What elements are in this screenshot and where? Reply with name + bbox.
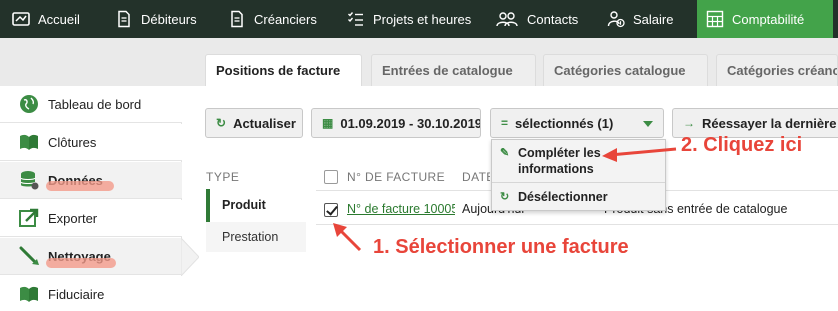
invoice-number-link[interactable]: N° de facture 10005 xyxy=(347,202,455,216)
annotation-step-1: 1. Sélectionner une facture xyxy=(373,236,629,258)
refresh-label: Actualiser xyxy=(233,115,296,131)
nav-item-accueil[interactable]: Accueil xyxy=(0,0,100,38)
complete-information-menu-item[interactable]: ✎ Compléter les informations xyxy=(492,145,665,177)
retry-label: Réessayer la dernière e xyxy=(702,115,838,131)
nav-label: Débiteurs xyxy=(141,11,197,27)
nav-label: Projets et heures xyxy=(373,11,472,27)
date-header[interactable]: DATE xyxy=(462,170,490,184)
top-navigation: Accueil Débiteurs Créanciers Projets et … xyxy=(0,0,838,38)
nav-item-comptabilite[interactable]: Comptabilité xyxy=(697,0,833,38)
refresh-button[interactable]: ↻ Actualiser xyxy=(205,108,303,138)
row-checkbox[interactable] xyxy=(324,203,338,217)
nav-label: Salaire xyxy=(633,11,674,27)
active-item-pointer xyxy=(181,238,199,276)
annotation-step-2: 2. Cliquez ici xyxy=(681,134,803,156)
menu-separator xyxy=(492,182,665,183)
type-item-produit[interactable]: Produit xyxy=(222,198,266,212)
nav-item-projets[interactable]: Projets et heures xyxy=(347,0,482,38)
book-icon xyxy=(18,283,40,305)
selection-label: sélectionnés (1) xyxy=(515,115,614,131)
arrow-to-checkbox xyxy=(333,223,362,252)
calculator-icon xyxy=(706,10,724,28)
tab-categories-catalogue[interactable]: Catégories catalogue xyxy=(543,54,708,86)
sidebar-item-nettoyage[interactable]: Nettoyage xyxy=(0,238,182,275)
nav-label: Créanciers xyxy=(254,11,317,27)
sidebar-item-exporter[interactable]: Exporter xyxy=(0,200,182,237)
nav-label: Comptabilité xyxy=(732,11,805,27)
export-icon xyxy=(18,207,40,229)
arrow-right-icon: → xyxy=(683,116,695,130)
document-icon xyxy=(115,10,133,28)
home-icon xyxy=(12,10,30,28)
pencil-icon: ✎ xyxy=(500,147,510,159)
chevron-down-icon xyxy=(643,121,653,127)
select-all-checkbox[interactable] xyxy=(324,170,338,184)
sidebar-item-label: Exporter xyxy=(48,210,98,226)
equals-icon: = xyxy=(501,116,509,130)
broom-icon xyxy=(18,245,40,267)
sidebar-item-label: Fiduciaire xyxy=(48,286,105,302)
checklist-icon xyxy=(347,10,365,28)
nav-item-salaire[interactable]: Salaire xyxy=(607,0,697,38)
refresh-icon: ↻ xyxy=(216,116,227,130)
salary-icon xyxy=(607,10,625,28)
sidebar-item-fiduciaire[interactable]: Fiduciaire xyxy=(0,276,182,311)
sidebar-item-label: Tableau de bord xyxy=(48,96,142,112)
sidebar-item-tableau-de-bord[interactable]: Tableau de bord xyxy=(0,86,182,123)
selection-dropdown-button[interactable]: = sélectionnés (1) xyxy=(490,108,664,138)
nav-item-contacts[interactable]: Contacts xyxy=(495,0,595,38)
type-item-prestation[interactable]: Prestation xyxy=(222,230,278,244)
menu-item-label: Compléter les informations xyxy=(518,146,601,176)
active-type-indicator xyxy=(206,189,210,222)
globe-icon xyxy=(18,93,40,115)
selection-dropdown-menu: ✎ Compléter les informations ↻ Désélecti… xyxy=(491,139,666,211)
deselect-menu-item[interactable]: ↻ Désélectionner xyxy=(492,189,665,205)
book-icon xyxy=(18,131,40,153)
sidebar: Tableau de bord Clôtures Données Exporte… xyxy=(0,86,182,311)
date-range-button[interactable]: ▦ 01.09.2019 - 30.10.2019 xyxy=(311,108,481,138)
donnees-highlight-mark xyxy=(46,181,114,191)
tab-positions-de-facture[interactable]: Positions de facture xyxy=(205,54,362,86)
refresh-icon: ↻ xyxy=(500,191,510,203)
nav-item-creanciers[interactable]: Créanciers xyxy=(228,0,338,38)
invoice-number-header[interactable]: N° DE FACTURE xyxy=(347,170,445,184)
menu-item-label: Désélectionner xyxy=(518,190,608,204)
sidebar-item-clotures[interactable]: Clôtures xyxy=(0,124,182,161)
nettoyage-highlight-mark xyxy=(46,258,116,268)
row-divider xyxy=(316,224,838,225)
people-icon xyxy=(495,10,519,28)
date-range-label: 01.09.2019 - 30.10.2019 xyxy=(340,115,481,131)
tab-entrees-de-catalogue[interactable]: Entrées de catalogue xyxy=(371,54,536,86)
nav-label: Accueil xyxy=(38,11,80,27)
document-icon xyxy=(228,10,246,28)
nav-label: Contacts xyxy=(527,11,579,27)
calendar-icon: ▦ xyxy=(322,116,334,130)
sidebar-item-label: Clôtures xyxy=(48,134,97,150)
tab-categories-creanciers[interactable]: Catégories créanci xyxy=(716,54,838,86)
database-icon xyxy=(18,169,40,191)
nav-item-debiteurs[interactable]: Débiteurs xyxy=(115,0,215,38)
type-column-header: TYPE xyxy=(206,170,240,184)
